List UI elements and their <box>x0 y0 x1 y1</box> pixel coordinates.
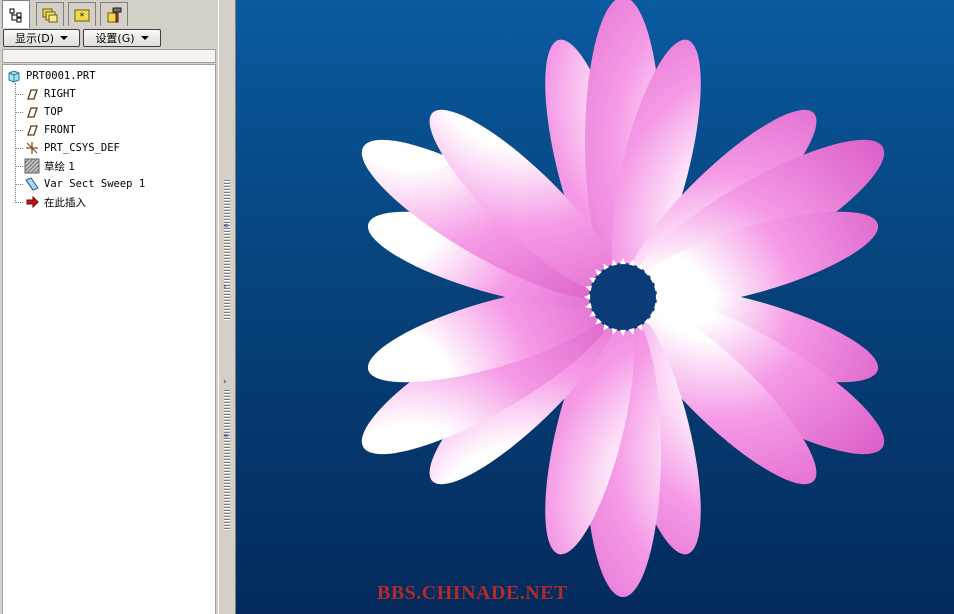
part-icon <box>8 70 20 83</box>
sketch-icon <box>24 158 40 174</box>
graphics-viewport[interactable]: BBS.CHINADE.NET <box>236 0 954 614</box>
navigator-toolbar: 显示(D) 设置(G) <box>0 28 220 48</box>
splitter-grip[interactable] <box>224 390 230 530</box>
settings-dropdown-button[interactable]: 设置(G) <box>83 29 161 47</box>
flower-model[interactable] <box>236 0 954 614</box>
favorites-icon: * <box>74 9 90 22</box>
tree-item-label: FRONT <box>44 124 76 136</box>
chevron-down-icon <box>140 36 149 40</box>
datum-plane-icon <box>27 89 38 100</box>
tree-item-top[interactable]: TOP <box>24 104 63 120</box>
navigator-panel: * 显示(D) 设置(G) PRT0001.PRT RIGHT TOP FRON… <box>0 0 220 614</box>
tree-connector <box>15 148 23 149</box>
tree-connector <box>15 112 23 113</box>
collapse-arrow-icon[interactable]: « <box>223 432 229 441</box>
chevron-down-icon <box>60 36 69 40</box>
tree-connector <box>15 166 23 167</box>
show-dropdown-button[interactable]: 显示(D) <box>3 29 80 47</box>
datum-plane-icon <box>27 125 38 136</box>
model-tree-tab[interactable] <box>2 0 30 28</box>
tree-item-sketch[interactable]: 草绘 1 <box>24 158 75 174</box>
svg-text:*: * <box>80 12 85 22</box>
navigator-tab-bar: * <box>0 0 220 28</box>
tree-item-label: TOP <box>44 106 63 118</box>
tree-item-right[interactable]: RIGHT <box>24 86 76 102</box>
tree-item-label: 在此插入 <box>44 196 86 209</box>
datum-plane-icon <box>27 107 38 118</box>
tree-item-sweep[interactable]: Var Sect Sweep 1 <box>24 176 145 192</box>
splitter-grip[interactable] <box>224 180 230 320</box>
tree-item-csys[interactable]: PRT_CSYS_DEF <box>24 140 120 156</box>
show-dropdown-label: 显示(D) <box>14 32 55 45</box>
csys-icon <box>26 142 38 154</box>
expand-arrow-icon[interactable]: › <box>223 283 227 292</box>
sweep-icon <box>25 177 39 191</box>
tree-item-label: RIGHT <box>44 88 76 100</box>
settings-dropdown-label: 设置(G) <box>95 32 135 45</box>
tree-root-part[interactable]: PRT0001.PRT <box>6 68 96 84</box>
tree-connector <box>15 130 23 131</box>
model-tree[interactable]: PRT0001.PRT RIGHT TOP FRONT PRT_CSYS_DEF <box>2 64 216 614</box>
favorites-tab[interactable]: * <box>68 2 96 26</box>
tree-item-label: 草绘 1 <box>44 160 76 173</box>
folder-browser-tab[interactable] <box>36 2 64 26</box>
folder-icon <box>42 8 58 22</box>
insert-here-arrow-icon <box>26 195 39 209</box>
hammer-icon <box>107 7 122 22</box>
tree-connector <box>15 83 16 203</box>
tree-root-label: PRT0001.PRT <box>26 70 96 82</box>
tree-connector <box>15 94 23 95</box>
tree-connector <box>15 202 23 203</box>
collapse-arrow-icon[interactable]: « <box>223 222 229 231</box>
tree-item-insert-here[interactable]: 在此插入 <box>24 194 86 210</box>
tree-item-front[interactable]: FRONT <box>24 122 76 138</box>
tree-header-strip <box>2 49 216 63</box>
watermark-text: BBS.CHINADE.NET <box>377 582 568 604</box>
expand-arrow-icon[interactable]: › <box>223 378 227 387</box>
model-tree-icon <box>9 8 22 22</box>
tree-connector <box>15 184 23 185</box>
panel-splitter[interactable]: « › › « <box>218 0 236 614</box>
tree-item-label: Var Sect Sweep 1 <box>44 178 146 190</box>
tools-tab[interactable] <box>100 2 128 26</box>
tree-item-label: PRT_CSYS_DEF <box>44 142 120 154</box>
